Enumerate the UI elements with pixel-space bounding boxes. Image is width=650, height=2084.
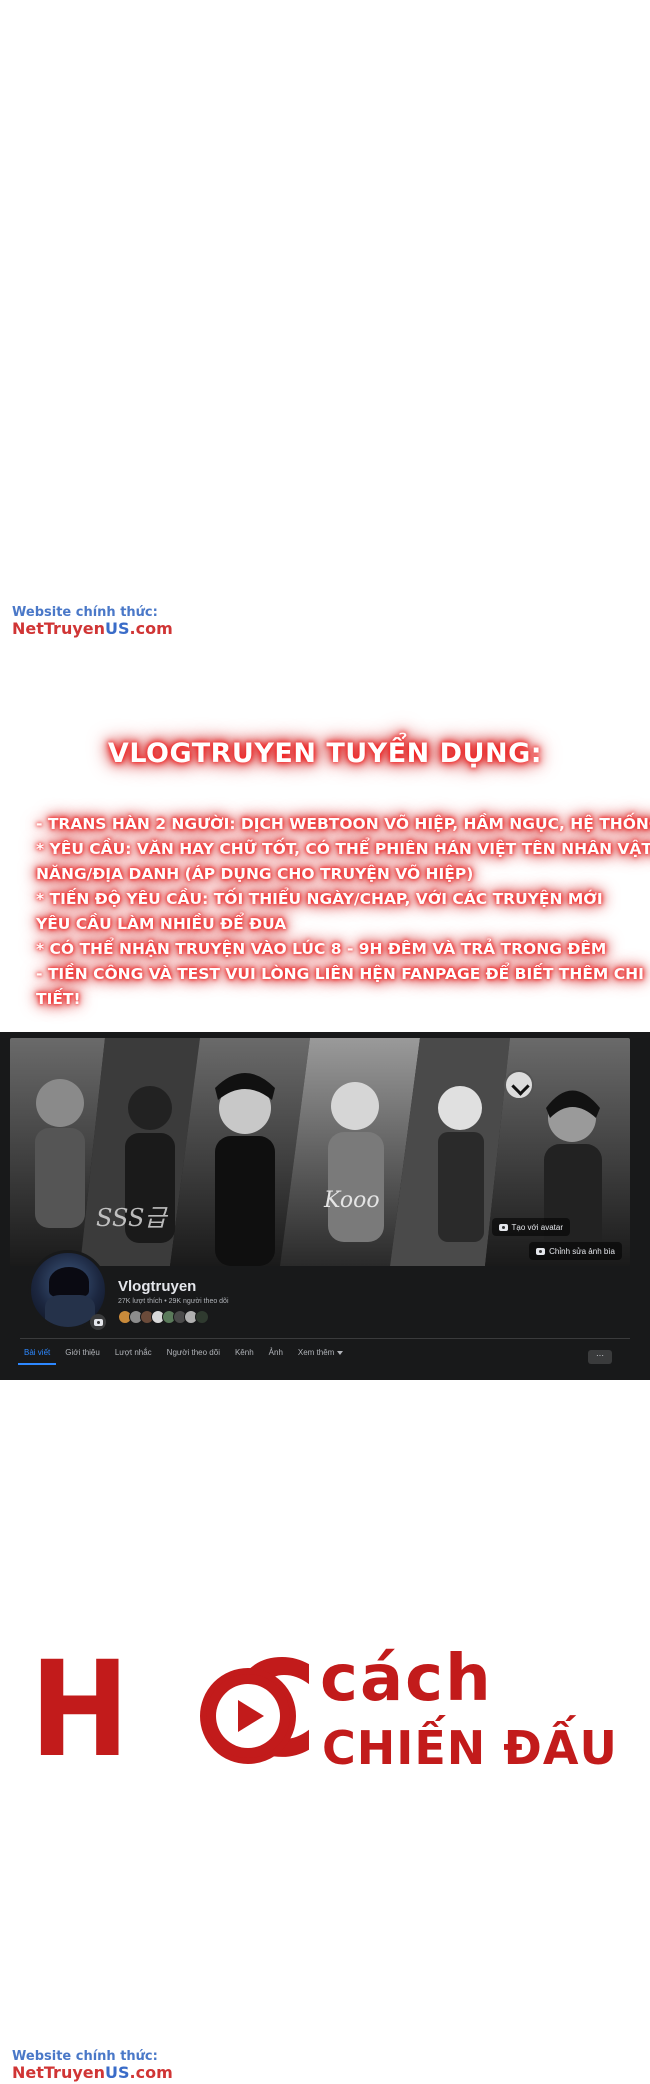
watermark-brand: NetTruyenUS.com <box>12 2064 173 2082</box>
watermark-brand-part2: US <box>105 2063 130 2083</box>
watermark-brand-part3: .com <box>129 2063 173 2083</box>
tab-more[interactable]: Xem thêm <box>297 1348 344 1365</box>
tab-more-label: Xem thêm <box>297 1348 335 1357</box>
facebook-page-panel: SSS급 Kooo Tạo với avatar Chỉnh sửa ảnh b… <box>0 1032 650 1380</box>
camera-icon <box>93 1318 103 1326</box>
page-stats: 27K lượt thích • 29K người theo dõi <box>118 1298 229 1305</box>
create-with-avatar-button[interactable]: Tạo với avatar <box>491 1218 570 1236</box>
edit-cover-label: Chỉnh sửa ảnh bìa <box>549 1246 615 1256</box>
watermark-brand-part1: NetTruyen <box>12 619 105 639</box>
cover-title-1: SSS급 <box>96 1204 167 1232</box>
recruitment-text: - TRANS HÀN 2 NGƯỜI: DỊCH WEBTOON VÕ HIỆ… <box>36 812 650 1012</box>
watermark-top: Website chính thức: NetTruyenUS.com <box>12 605 173 638</box>
watermark-brand: NetTruyenUS.com <box>12 620 173 638</box>
logo-word-cach: cách <box>320 1642 493 1716</box>
create-with-avatar-label: Tạo với avatar <box>511 1222 564 1232</box>
tab-about[interactable]: Giới thiệu <box>65 1348 100 1365</box>
logo-letter-h: H <box>30 1633 129 1787</box>
follower-avatars <box>118 1310 209 1324</box>
play-icon <box>200 1668 296 1764</box>
cover-title-2: Kooo <box>324 1188 380 1213</box>
watermark-brand-part2: US <box>105 619 130 639</box>
hoc-cach-chien-dau-logo: HC cách CHIẾN ĐẤU <box>30 1640 630 1800</box>
divider <box>20 1338 630 1339</box>
follower-avatar[interactable] <box>195 1310 209 1324</box>
watermark-label: Website chính thức: <box>12 2049 158 2064</box>
recruitment-line: - TIỀN CÔNG VÀ TEST VUI LÒNG LIÊN HỆN FA… <box>36 965 644 983</box>
watermark-bottom: Website chính thức: NetTruyenUS.com <box>12 2049 173 2082</box>
more-options-button[interactable]: ··· <box>588 1350 612 1364</box>
recruitment-line: * TIẾN ĐỘ YÊU CẦU: TỐI THIỂU NGÀY/CHAP, … <box>36 890 603 908</box>
watermark-brand-part3: .com <box>129 619 173 639</box>
tab-mentions[interactable]: Lượt nhắc <box>115 1348 152 1365</box>
page-name: Vlogtruyen <box>118 1278 197 1295</box>
chevron-down-icon <box>337 1350 344 1355</box>
recruitment-title: VLOGTRUYEN TUYỂN DỤNG: <box>107 738 543 769</box>
recruitment-line: TIẾT! <box>36 990 81 1008</box>
tab-posts[interactable]: Bài viết <box>17 1348 57 1365</box>
page-tabs: Bài viết Giới thiệu Lượt nhắc Người theo… <box>17 1348 344 1365</box>
vlogtruyen-logo-icon <box>504 1070 534 1100</box>
watermark-label: Website chính thức: <box>12 605 158 620</box>
edit-cover-button[interactable]: Chỉnh sửa ảnh bìa <box>529 1242 622 1260</box>
avatar-camera-button[interactable] <box>90 1314 106 1330</box>
cover-photo: SSS급 Kooo Tạo với avatar Chỉnh sửa ảnh b… <box>10 1038 630 1266</box>
recruitment-line: - TRANS HÀN 2 NGƯỜI: DỊCH WEBTOON VÕ HIỆ… <box>36 815 650 833</box>
recruitment-line: NĂNG/ĐỊA DANH (ÁP DỤNG CHO TRUYỆN VÕ HIỆ… <box>36 865 474 883</box>
camera-icon <box>536 1247 546 1255</box>
camera-icon <box>498 1223 508 1231</box>
recruitment-line: * CÓ THỂ NHẬN TRUYỆN VÀO LÚC 8 - 9H ĐÊM … <box>36 940 607 958</box>
recruitment-line: YÊU CẦU LÀM NHIỀU ĐỂ ĐUA <box>36 915 287 933</box>
watermark-brand-part1: NetTruyen <box>12 2063 105 2083</box>
logo-word-chien-dau: CHIẾN ĐẤU <box>322 1721 618 1775</box>
tab-channel[interactable]: Kênh <box>235 1348 254 1365</box>
tab-photos[interactable]: Ảnh <box>269 1348 283 1365</box>
recruitment-line: * YÊU CẦU: VĂN HAY CHỮ TỐT, CÓ THỂ PHIÊN… <box>36 840 650 858</box>
tab-followers[interactable]: Người theo dõi <box>167 1348 220 1365</box>
